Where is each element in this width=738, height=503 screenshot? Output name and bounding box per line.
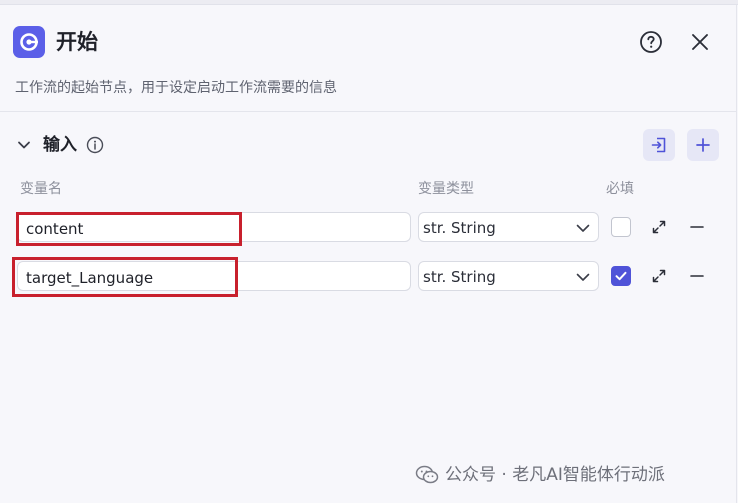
expand-icon xyxy=(652,220,666,234)
start-node-panel: 开始 工作流的起始节点，用于设定启动工作流需要的信息 输入 变量名 变量类型 必… xyxy=(0,5,737,503)
expand-icon xyxy=(652,269,666,283)
column-header-type: 变量类型 xyxy=(418,181,474,197)
panel-header: 开始 工作流的起始节点，用于设定启动工作流需要的信息 xyxy=(0,5,736,112)
node-description: 工作流的起始节点，用于设定启动工作流需要的信息 xyxy=(15,80,337,96)
variable-row: str. String xyxy=(0,261,736,293)
variable-type-select[interactable]: str. String xyxy=(418,212,599,242)
required-checkbox[interactable] xyxy=(611,266,631,286)
variable-name-input[interactable] xyxy=(17,261,411,291)
variable-type-value: str. String xyxy=(423,268,496,286)
column-header-required: 必填 xyxy=(606,181,634,197)
minus-icon xyxy=(690,226,704,228)
watermark-text: 公众号 · 老凡AI智能体行动派 xyxy=(445,465,665,485)
chevron-down-icon xyxy=(575,269,591,285)
expand-button[interactable] xyxy=(650,218,668,236)
variable-type-select[interactable]: str. String xyxy=(418,261,599,291)
node-title: 开始 xyxy=(56,30,98,54)
wechat-icon xyxy=(415,465,439,485)
start-node-icon xyxy=(13,26,45,58)
checkmark-icon xyxy=(615,271,627,281)
chevron-down-icon xyxy=(575,220,591,236)
chevron-down-icon xyxy=(18,141,30,149)
close-icon xyxy=(692,34,708,50)
required-checkbox[interactable] xyxy=(611,217,631,237)
variable-name-input[interactable] xyxy=(17,212,411,242)
add-variable-button[interactable] xyxy=(687,129,719,161)
expand-button[interactable] xyxy=(650,267,668,285)
collapse-toggle[interactable] xyxy=(14,135,34,155)
minus-icon xyxy=(690,275,704,277)
import-icon xyxy=(651,137,666,153)
help-button[interactable] xyxy=(639,30,663,54)
variable-row: str. String xyxy=(0,212,736,244)
input-section-header: 输入 xyxy=(0,127,736,163)
remove-button[interactable] xyxy=(688,267,706,285)
close-button[interactable] xyxy=(688,30,712,54)
watermark: 公众号 · 老凡AI智能体行动派 xyxy=(415,462,665,488)
plus-icon xyxy=(696,138,710,152)
variable-type-value: str. String xyxy=(423,219,496,237)
remove-button[interactable] xyxy=(688,218,706,236)
input-section-title: 输入 xyxy=(43,135,77,155)
info-icon[interactable] xyxy=(86,136,104,154)
question-circle-icon xyxy=(640,31,662,53)
import-button[interactable] xyxy=(643,129,675,161)
column-header-name: 变量名 xyxy=(20,181,62,197)
